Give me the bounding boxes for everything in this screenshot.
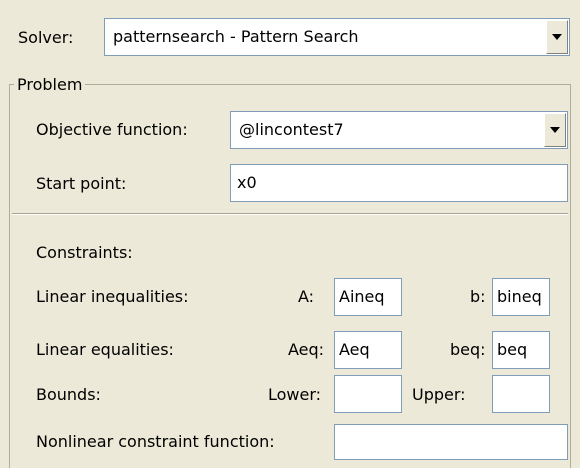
b-label: b: [470,287,486,306]
start-point-input[interactable]: x0 [230,164,568,202]
nonlinear-constraint-label: Nonlinear constraint function: [36,432,275,451]
start-point-label: Start point: [36,174,127,193]
objective-function-select[interactable]: @lincontest7 [230,111,568,149]
objective-function-label: Objective function: [36,120,188,139]
linear-equalities-label: Linear equalities: [36,340,174,359]
a-input[interactable]: Aineq [334,278,402,316]
solver-label: Solver: [18,28,74,47]
aeq-input[interactable]: Aeq [334,331,402,369]
section-divider [12,213,568,215]
nonlinear-constraint-input[interactable] [334,424,568,460]
a-label: A: [298,287,315,306]
upper-bound-input[interactable] [492,375,550,413]
beq-label: beq: [450,340,486,359]
chevron-down-icon [552,34,562,40]
constraints-heading: Constraints: [36,243,133,262]
objective-function-value: @lincontest7 [239,120,344,139]
solver-value: patternsearch - Pattern Search [113,27,359,46]
chevron-down-icon [550,127,560,133]
upper-label: Upper: [412,385,466,404]
objective-dropdown-button[interactable] [544,113,566,147]
solver-dropdown-button[interactable] [546,20,568,54]
lower-bound-input[interactable] [334,375,402,413]
aeq-label: Aeq: [288,340,325,359]
lower-label: Lower: [268,385,322,404]
bounds-label: Bounds: [36,385,101,404]
linear-inequalities-label: Linear inequalities: [36,287,189,306]
problem-legend: Problem [14,74,86,96]
solver-select[interactable]: patternsearch - Pattern Search [104,18,570,56]
b-input[interactable]: bineq [492,278,550,316]
beq-input[interactable]: beq [492,331,550,369]
